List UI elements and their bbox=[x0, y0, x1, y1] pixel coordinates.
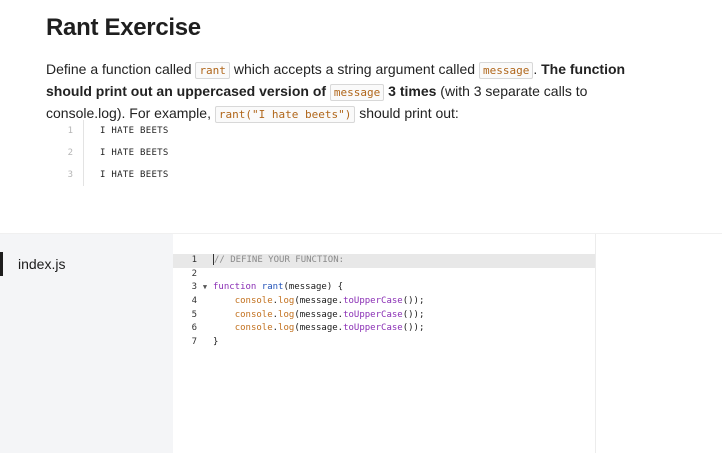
code-line[interactable]: 3 ▼ function rant(message) { bbox=[173, 281, 595, 295]
code-token: console bbox=[234, 309, 273, 320]
fold-gutter bbox=[201, 295, 209, 309]
sample-output-line: 2 I HATE BEETS bbox=[60, 142, 169, 164]
inline-code-message-2: message bbox=[329, 84, 385, 101]
sample-line-text: I HATE BEETS bbox=[100, 170, 169, 180]
fold-gutter bbox=[201, 322, 209, 336]
code-line-text[interactable]: console.log(message.toUpperCase()); bbox=[209, 309, 425, 323]
code-lines[interactable]: 1// DEFINE YOUR FUNCTION: 2 3 ▼ function ran… bbox=[173, 254, 595, 350]
code-line-text[interactable] bbox=[209, 268, 213, 282]
sample-output-block: 1 I HATE BEETS 2 I HATE BEETS 3 I HATE BEETS bbox=[60, 120, 169, 186]
sample-line-number: 3 bbox=[60, 164, 84, 186]
code-line-number: 7 bbox=[191, 337, 197, 348]
inline-code-example: rant("I hate beets") bbox=[214, 106, 356, 123]
code-line-number: 6 bbox=[191, 323, 197, 334]
code-token: function bbox=[213, 282, 262, 293]
fold-gutter bbox=[201, 268, 209, 282]
desc-text: . bbox=[533, 61, 542, 77]
code-token: log bbox=[278, 296, 295, 307]
code-token: } bbox=[213, 337, 219, 348]
code-token: (message. bbox=[294, 309, 344, 320]
code-line[interactable]: 6 console.log(message.toUpperCase()); bbox=[173, 322, 595, 336]
code-line[interactable]: 7} bbox=[173, 336, 595, 350]
code-line-number: 2 bbox=[191, 268, 197, 279]
sample-output-line: 3 I HATE BEETS bbox=[60, 164, 169, 186]
fold-gutter bbox=[201, 309, 209, 323]
active-file-indicator bbox=[0, 252, 3, 276]
code-line[interactable]: 5 console.log(message.toUpperCase()); bbox=[173, 309, 595, 323]
code-token: ()); bbox=[402, 309, 425, 320]
code-token: toUpperCase bbox=[343, 323, 403, 334]
sample-line-text: I HATE BEETS bbox=[100, 126, 169, 136]
desc-text: which accepts a string argument called bbox=[229, 61, 479, 77]
file-explorer: index.js bbox=[0, 234, 173, 453]
code-token: (message. bbox=[294, 323, 344, 334]
fold-gutter bbox=[201, 336, 209, 350]
code-line-number: 4 bbox=[191, 296, 197, 307]
code-token: log bbox=[278, 309, 295, 320]
sample-output-line: 1 I HATE BEETS bbox=[60, 120, 169, 142]
code-token: rant bbox=[261, 282, 284, 293]
output-panel bbox=[596, 234, 722, 453]
code-token: ()); bbox=[402, 296, 425, 307]
code-line[interactable]: 4 console.log(message.toUpperCase()); bbox=[173, 295, 595, 309]
exercise-description: Define a function called rant which acce… bbox=[46, 59, 666, 125]
code-line-text[interactable]: function rant(message) { bbox=[209, 281, 343, 295]
code-editor[interactable]: 1// DEFINE YOUR FUNCTION: 2 3 ▼ function ran… bbox=[173, 234, 596, 453]
code-token: ) { bbox=[326, 282, 344, 293]
code-line-text[interactable]: // DEFINE YOUR FUNCTION: bbox=[209, 254, 344, 268]
fold-toggle-icon[interactable]: ▼ bbox=[201, 281, 209, 295]
code-line-number: 1 bbox=[191, 255, 197, 265]
code-token: console bbox=[234, 296, 273, 307]
inline-code-rant: rant bbox=[195, 62, 230, 79]
code-line[interactable]: 2 bbox=[173, 268, 595, 282]
code-line-text[interactable]: console.log(message.toUpperCase()); bbox=[209, 295, 425, 309]
exercise-panel: Rant Exercise Define a function called r… bbox=[0, 0, 722, 233]
fold-gutter bbox=[201, 254, 209, 268]
sample-line-text: I HATE BEETS bbox=[100, 148, 169, 158]
sample-line-number: 1 bbox=[60, 120, 84, 142]
code-token: ()); bbox=[402, 323, 425, 334]
file-tab-label: index.js bbox=[18, 256, 66, 272]
exercise-title: Rant Exercise bbox=[46, 14, 201, 41]
code-line-number: 5 bbox=[191, 309, 197, 320]
code-line[interactable]: 1 // DEFINE YOUR FUNCTION: bbox=[173, 254, 595, 268]
code-token: log bbox=[278, 323, 295, 334]
sample-line-number: 2 bbox=[60, 142, 84, 164]
code-line-text[interactable]: console.log(message.toUpperCase()); bbox=[209, 322, 425, 336]
inline-code-message: message bbox=[478, 62, 534, 79]
code-token: toUpperCase bbox=[343, 309, 403, 320]
code-line-number: 3 bbox=[191, 282, 197, 293]
code-token: console bbox=[234, 323, 273, 334]
code-token: message bbox=[288, 282, 327, 293]
code-token: (message. bbox=[294, 296, 344, 307]
code-line-text[interactable]: } bbox=[209, 336, 218, 350]
desc-text: should print out: bbox=[355, 105, 459, 121]
file-tab-index-js[interactable]: index.js bbox=[0, 250, 173, 278]
code-token: // DEFINE YOUR FUNCTION: bbox=[214, 255, 345, 265]
desc-text: Define a function called bbox=[46, 61, 196, 77]
desc-bold-text: 3 times bbox=[384, 83, 437, 99]
code-token: toUpperCase bbox=[343, 296, 403, 307]
